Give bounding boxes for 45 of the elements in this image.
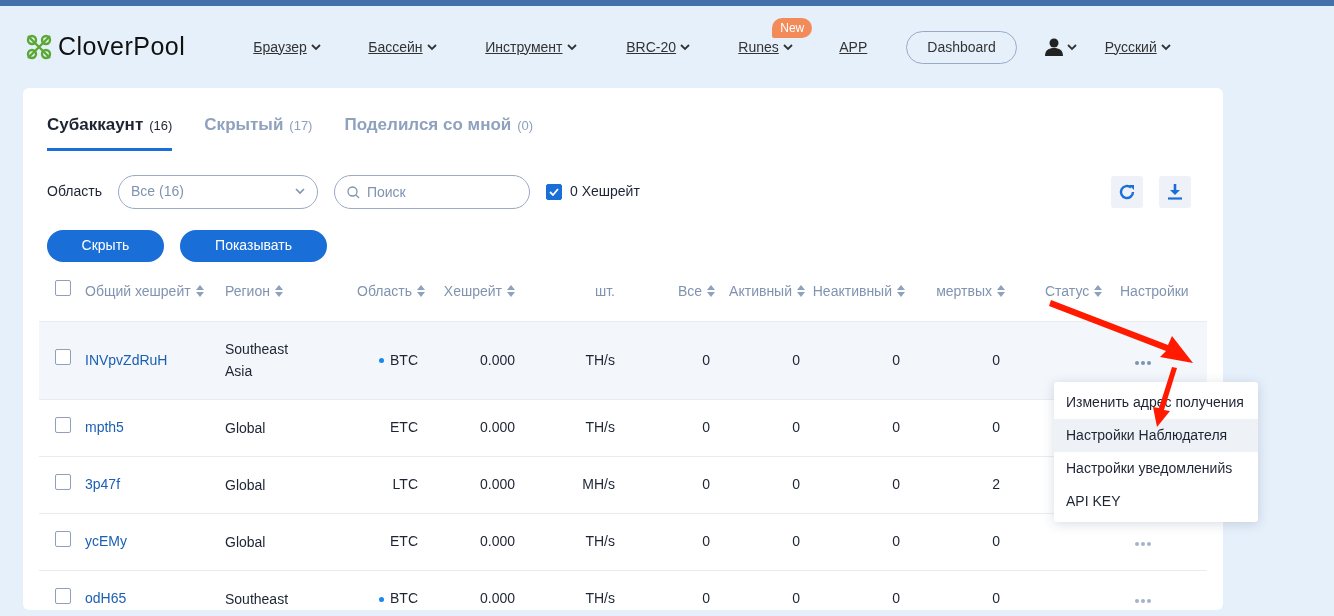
dead-cell: 0 <box>992 533 1000 549</box>
all-cell: 0 <box>702 419 710 435</box>
inactive-cell: 0 <box>892 476 900 492</box>
all-cell: 0 <box>702 533 710 549</box>
unit-cell: TH/s <box>585 351 615 368</box>
hashrate-cell: 0.000 <box>479 419 515 435</box>
new-badge: New <box>772 17 813 38</box>
inactive-cell: 0 <box>892 590 900 606</box>
region-cell: Global <box>225 476 266 493</box>
unit-cell: TH/s <box>585 419 615 435</box>
column-header: Настройки <box>1120 282 1189 299</box>
hashrate-cell: 0.000 <box>479 590 515 606</box>
dead-cell: 0 <box>992 351 1000 368</box>
unit-cell: TH/s <box>585 590 615 606</box>
coin-cell: BTC <box>390 351 418 368</box>
active-cell: 0 <box>792 533 800 549</box>
coin-cell: LTC <box>392 476 418 492</box>
hashrate-cell: 0.000 <box>479 476 515 492</box>
unit-cell: MH/s <box>582 476 615 492</box>
region-cell: Southeast <box>225 590 289 607</box>
filter-label: Область <box>47 182 102 201</box>
dead-cell: 0 <box>992 419 1000 435</box>
active-cell: 0 <box>792 419 800 435</box>
all-cell: 0 <box>702 476 710 492</box>
column-header: шт. <box>595 282 615 299</box>
coin-cell: ETC <box>390 419 418 435</box>
coin-cell: BTC <box>390 590 418 606</box>
region-cell: Global <box>225 533 266 550</box>
dead-cell: 0 <box>992 590 1000 606</box>
active-cell: 0 <box>792 476 800 492</box>
checkbox-label: 0 Хешрейт <box>569 182 640 201</box>
all-cell: 0 <box>702 590 710 606</box>
hashrate-cell: 0.000 <box>479 533 515 549</box>
inactive-cell: 0 <box>892 419 900 435</box>
inactive-cell: 0 <box>892 351 900 368</box>
unit-cell: TH/s <box>585 533 615 549</box>
active-cell: 0 <box>792 351 800 368</box>
coin-cell: ETC <box>390 533 418 549</box>
region-cell: Southeast Asia <box>225 341 289 379</box>
hashrate-cell: 0.000 <box>479 351 515 368</box>
region-cell: Global <box>225 419 266 436</box>
dead-cell: 2 <box>992 476 1000 492</box>
all-cell: 0 <box>702 351 710 368</box>
active-cell: 0 <box>792 590 800 606</box>
inactive-cell: 0 <box>892 533 900 549</box>
